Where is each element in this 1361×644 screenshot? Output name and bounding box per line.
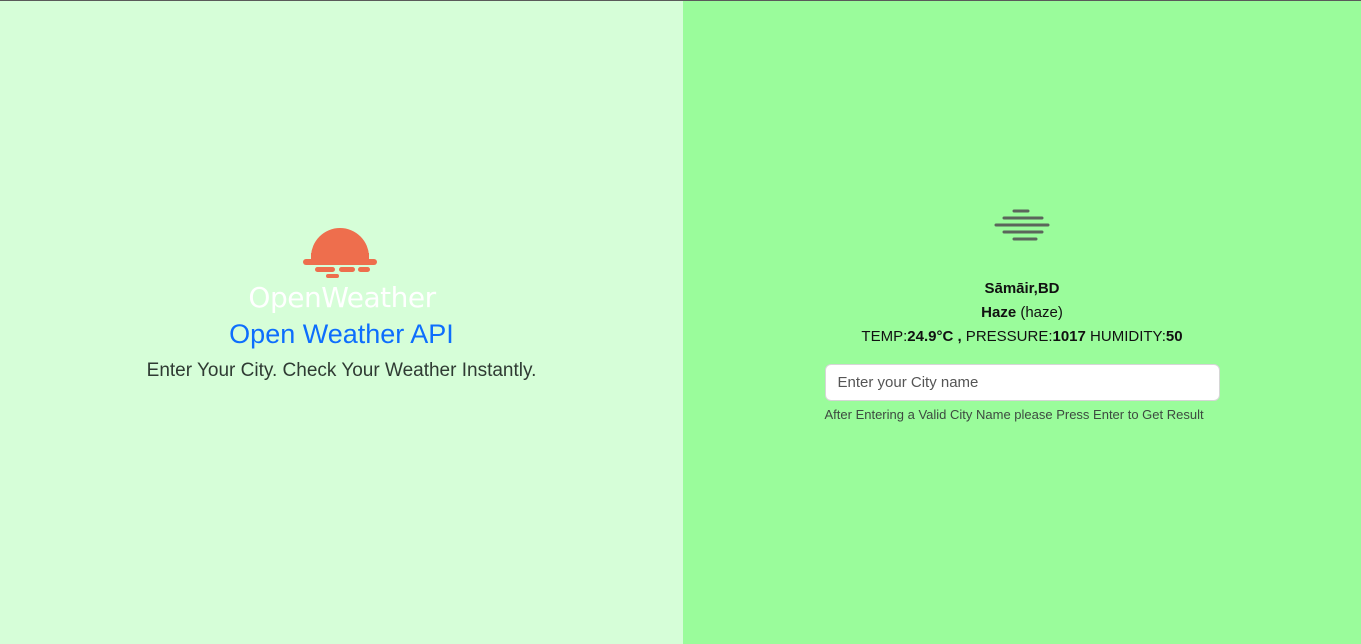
pressure-label: PRESSURE: xyxy=(961,328,1053,345)
weather-card: Sāmāir,BD Haze (haze) TEMP:24.9°C , PRES… xyxy=(683,203,1361,422)
tagline: Enter Your City. Check Your Weather Inst… xyxy=(146,360,537,381)
logo-wordmark: OpenWeather xyxy=(248,281,436,313)
sun-logo-icon xyxy=(302,228,377,278)
weather-panel: Sāmāir,BD Haze (haze) TEMP:24.9°C , PRES… xyxy=(683,1,1361,644)
page-title: Open Weather API xyxy=(229,319,454,349)
brand-panel: OpenWeather Open Weather API Enter Your … xyxy=(0,1,683,644)
location-label: Sāmāir,BD xyxy=(984,280,1060,297)
condition-description: (haze) xyxy=(1016,304,1063,321)
weather-stats: TEMP:24.9°C , PRESSURE:1017 HUMIDITY:50 xyxy=(683,325,1361,349)
brand-block: OpenWeather Open Weather API Enter Your … xyxy=(0,227,683,382)
page: OpenWeather Open Weather API Enter Your … xyxy=(0,0,1361,644)
condition-main: Haze xyxy=(981,304,1017,321)
pressure-value: 1017 xyxy=(1052,328,1086,345)
temp-value: 24.9°C , xyxy=(907,328,962,345)
city-search-input[interactable] xyxy=(824,364,1220,401)
weather-condition: Haze (haze) xyxy=(683,301,1361,325)
humidity-value: 50 xyxy=(1165,328,1183,345)
humidity-label: HUMIDITY: xyxy=(1085,328,1166,345)
openweather-logo: OpenWeather xyxy=(248,228,437,313)
temp-label: TEMP: xyxy=(861,328,908,345)
search-hint: After Entering a Valid City Name please … xyxy=(824,407,1204,422)
haze-icon xyxy=(994,209,1050,241)
